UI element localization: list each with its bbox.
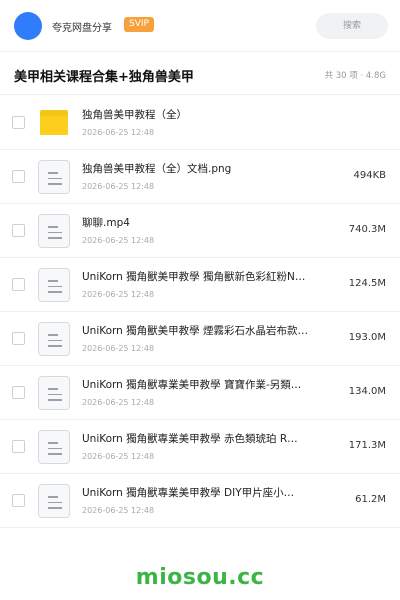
list-item[interactable]: 聊聊.mp4 2026-06-25 12:48 740.3M (0, 204, 400, 258)
item-name: UniKorn 獨角獸美甲教學 煙霧彩石水晶岩布款… (82, 325, 309, 337)
item-date: 2026-06-25 12:48 (82, 344, 155, 353)
item-date: 2026-06-25 12:48 (82, 452, 155, 461)
file-icon (37, 268, 71, 302)
item-checkbox[interactable] (12, 386, 25, 399)
item-size: 740.3M (348, 224, 386, 235)
item-size: 171.3M (348, 440, 386, 451)
item-count-size: 共 30 项 · 4.8G (324, 71, 386, 81)
list-item[interactable]: UniKorn 獨角獸專業美甲教學 寶寶作業-另類… 2026-06-25 12:… (0, 366, 400, 420)
item-date: 2026-06-25 12:48 (82, 506, 155, 515)
item-checkbox[interactable] (12, 170, 25, 183)
watermark: miosou.cc (135, 565, 265, 590)
file-icon (37, 430, 71, 464)
item-date: 2026-06-25 12:48 (82, 290, 155, 299)
item-date: 2026-06-25 12:48 (82, 236, 155, 245)
folder-icon (37, 106, 71, 140)
item-checkbox[interactable] (12, 116, 25, 129)
folder-header: 美甲相关课程合集+独角兽美甲 共 30 项 · 4.8G (0, 53, 400, 95)
item-date: 2026-06-25 12:48 (82, 182, 155, 191)
search-input[interactable] (316, 13, 388, 39)
item-name: UniKorn 獨角獸美甲教學 獨角獸新色彩紅粉N… (82, 271, 306, 283)
share-name: 夸克网盘分享 (52, 23, 112, 34)
item-size: 134.0M (348, 386, 386, 397)
item-checkbox[interactable] (12, 332, 25, 345)
item-size: 124.5M (348, 278, 386, 289)
file-icon (37, 322, 71, 356)
file-list: 独角兽美甲教程（全） 2026-06-25 12:48 独角兽美甲教程（全）文档.p… (0, 96, 400, 528)
avatar[interactable] (14, 12, 42, 40)
top-bar: 夸克网盘分享 SVIP (0, 0, 400, 52)
item-name: 独角兽美甲教程（全）文档.png (82, 163, 232, 175)
list-item[interactable]: 独角兽美甲教程（全）文档.png 2026-06-25 12:48 494KB (0, 150, 400, 204)
item-name: 独角兽美甲教程（全） (82, 109, 187, 121)
list-item[interactable]: UniKorn 獨角獸專業美甲教學 DIY甲片座小… 2026-06-25 12:… (0, 474, 400, 528)
file-icon (37, 214, 71, 248)
item-name: 聊聊.mp4 (82, 217, 130, 229)
item-size: 61.2M (355, 494, 386, 505)
item-checkbox[interactable] (12, 440, 25, 453)
item-name: UniKorn 獨角獸專業美甲教學 赤色類琥珀 R… (82, 433, 298, 445)
item-checkbox[interactable] (12, 224, 25, 237)
item-name: UniKorn 獨角獸專業美甲教學 DIY甲片座小… (82, 487, 295, 499)
file-icon (37, 160, 71, 194)
list-item[interactable]: UniKorn 獨角獸專業美甲教學 赤色類琥珀 R… 2026-06-25 12:… (0, 420, 400, 474)
list-item[interactable]: 独角兽美甲教程（全） 2026-06-25 12:48 (0, 96, 400, 150)
page-title: 美甲相关课程合集+独角兽美甲 (14, 70, 194, 85)
item-date: 2026-06-25 12:48 (82, 128, 155, 137)
svip-badge: SVIP (124, 17, 154, 32)
list-item[interactable]: UniKorn 獨角獸美甲教學 煙霧彩石水晶岩布款… 2026-06-25 12:… (0, 312, 400, 366)
item-name: UniKorn 獨角獸專業美甲教學 寶寶作業-另類… (82, 379, 302, 391)
item-checkbox[interactable] (12, 494, 25, 507)
list-item[interactable]: UniKorn 獨角獸美甲教學 獨角獸新色彩紅粉N… 2026-06-25 12:… (0, 258, 400, 312)
file-icon (37, 484, 71, 518)
item-size: 193.0M (348, 332, 386, 343)
file-icon (37, 376, 71, 410)
item-size: 494KB (353, 170, 386, 181)
item-date: 2026-06-25 12:48 (82, 398, 155, 407)
item-checkbox[interactable] (12, 278, 25, 291)
